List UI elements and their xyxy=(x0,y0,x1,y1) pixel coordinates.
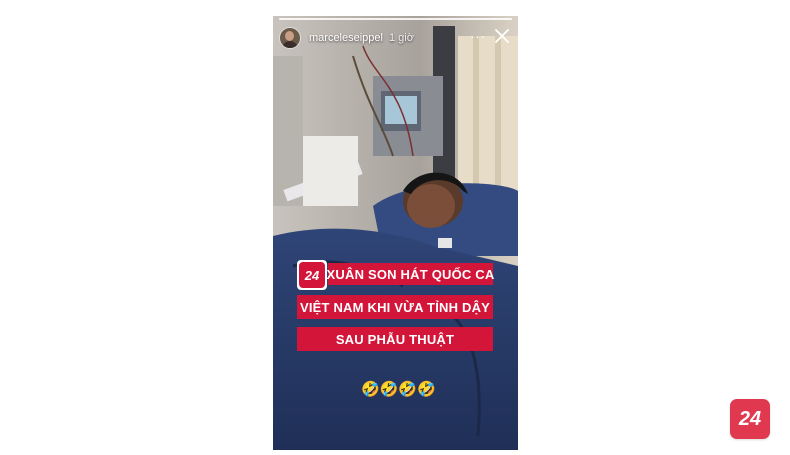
story-username[interactable]: marceleseippel xyxy=(309,32,383,44)
corner-24-logo[interactable]: 24 xyxy=(730,399,770,439)
story-photo xyxy=(273,16,518,450)
more-icon[interactable]: ··· xyxy=(470,29,486,44)
story-viewer[interactable]: marceleseippel 1 giờ ··· 24 XUÂN SON HÁT… xyxy=(273,16,518,450)
avatar[interactable] xyxy=(279,27,301,49)
close-icon[interactable] xyxy=(494,28,510,44)
story-header: marceleseippel 1 giờ ··· xyxy=(279,26,512,50)
story-timestamp: 1 giờ xyxy=(388,32,414,44)
story-progress-bar xyxy=(279,18,512,20)
